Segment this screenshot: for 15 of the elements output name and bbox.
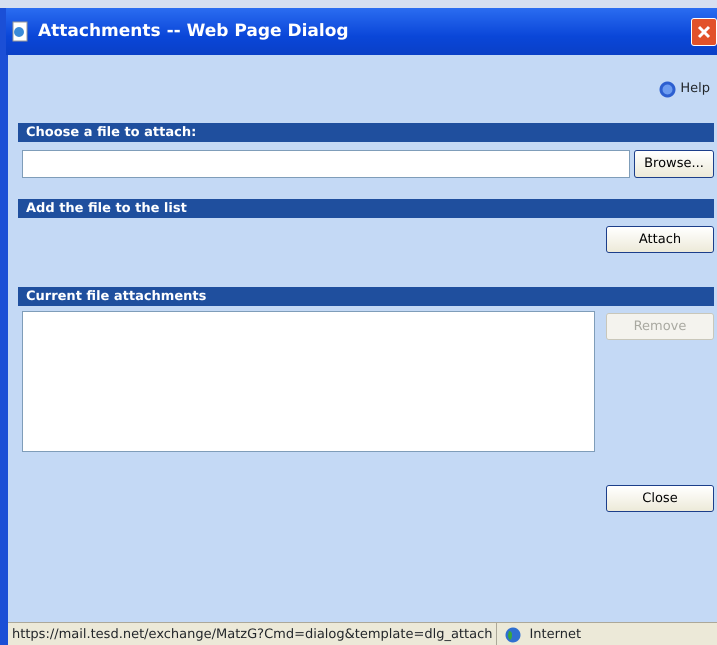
file-path-field[interactable] bbox=[22, 150, 630, 178]
section-header: Add the file to the list bbox=[18, 199, 714, 218]
attach-button[interactable]: Attach bbox=[606, 226, 714, 253]
status-url: https://mail.tesd.net/exchange/MatzG?Cmd=dialog&template=dlg_attach bbox=[8, 623, 498, 645]
close-button[interactable]: Close bbox=[606, 485, 714, 512]
status-zone: Internet bbox=[529, 626, 582, 644]
close-icon[interactable] bbox=[691, 18, 717, 46]
section-header: Current file attachments bbox=[18, 287, 714, 306]
browse-button[interactable]: Browse... bbox=[634, 150, 714, 178]
document-icon bbox=[10, 20, 30, 42]
window-title: Attachments -- Web Page Dialog bbox=[38, 20, 349, 43]
section-header: Choose a file to attach: bbox=[18, 123, 714, 142]
globe-icon bbox=[505, 627, 522, 643]
help-link[interactable]: Help bbox=[680, 79, 710, 99]
help-icon[interactable] bbox=[659, 80, 676, 98]
